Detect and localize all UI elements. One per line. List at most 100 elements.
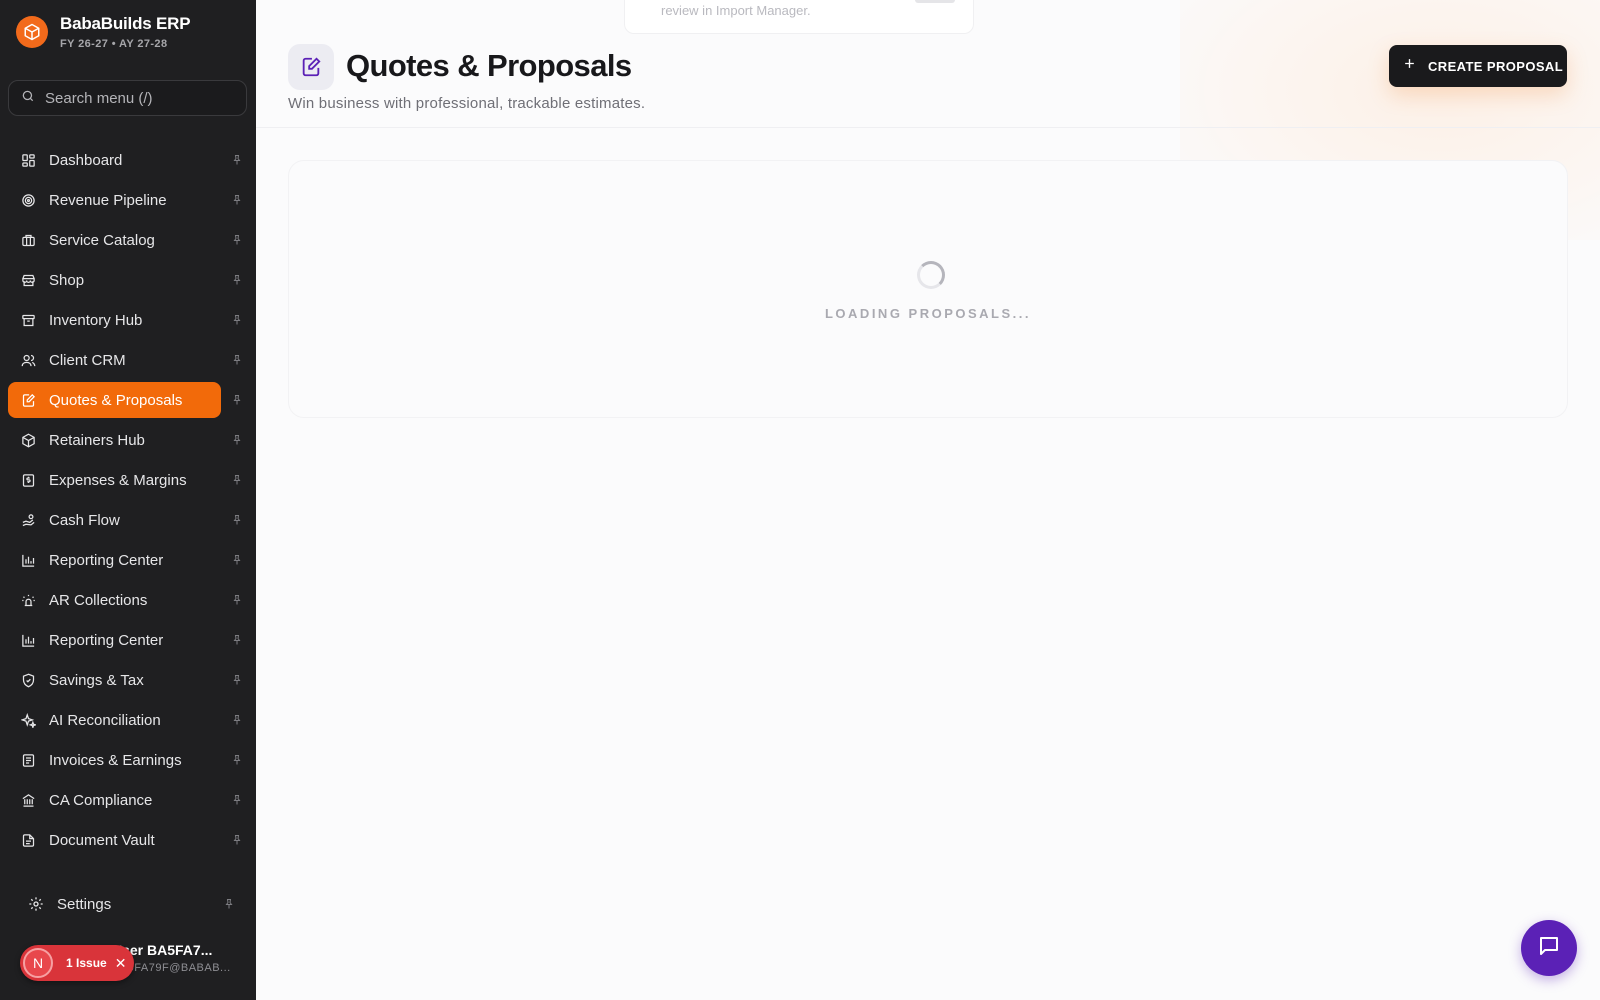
sidebar: BabaBuilds ERP FY 26-27 • AY 27-28 Searc… <box>0 0 256 1000</box>
issue-count: 1 Issue <box>66 956 107 970</box>
search-placeholder: Search menu (/) <box>45 89 153 107</box>
pin-icon[interactable] <box>230 313 244 327</box>
edit-document-icon <box>20 392 36 408</box>
pin-icon[interactable] <box>230 473 244 487</box>
sidebar-item-expenses-margins[interactable]: Expenses & Margins <box>8 462 248 498</box>
sidebar-item-label: Invoices & Earnings <box>49 751 182 769</box>
sparkles-icon <box>20 712 36 728</box>
pin-icon[interactable] <box>230 833 244 847</box>
sidebar-item-service-catalog[interactable]: Service Catalog <box>8 222 248 258</box>
file-icon <box>20 832 36 848</box>
sidebar-item-invoices-earnings[interactable]: Invoices & Earnings <box>8 742 248 778</box>
pin-icon[interactable] <box>230 353 244 367</box>
sidebar-item-reporting-center-2[interactable]: Reporting Center <box>8 622 248 658</box>
chat-icon <box>1537 934 1561 963</box>
settings-label: Settings <box>57 895 112 913</box>
sidebar-item-ar-collections[interactable]: AR Collections <box>8 582 248 618</box>
sidebar-item-client-crm[interactable]: Client CRM <box>8 342 248 378</box>
page-subtitle: Win business with professional, trackabl… <box>288 95 646 112</box>
sidebar-item-reporting-center[interactable]: Reporting Center <box>8 542 248 578</box>
sidebar-item-document-vault[interactable]: Document Vault <box>8 822 248 858</box>
sidebar-item-label: AR Collections <box>49 591 148 609</box>
sidebar-item-retainers-hub[interactable]: Retainers Hub <box>8 422 248 458</box>
briefcase-icon <box>20 232 36 248</box>
plus-icon <box>1403 57 1416 75</box>
main-content: review in Import Manager. Quotes & Propo… <box>256 0 1600 1000</box>
pin-icon[interactable] <box>230 633 244 647</box>
sidebar-item-savings-tax[interactable]: Savings & Tax <box>8 662 248 698</box>
bar-chart-icon <box>20 632 36 648</box>
bank-icon <box>20 792 36 808</box>
sidebar-item-ai-reconciliation[interactable]: AI Reconciliation <box>8 702 248 738</box>
store-icon <box>20 272 36 288</box>
issue-badge[interactable]: N 1 Issue ✕ <box>20 945 134 981</box>
sidebar-item-label: Dashboard <box>49 151 123 169</box>
search-icon <box>21 89 35 108</box>
sidebar-item-label: Expenses & Margins <box>49 471 187 489</box>
gear-icon <box>28 896 44 912</box>
pin-icon[interactable] <box>222 897 236 911</box>
sidebar-item-label: CA Compliance <box>49 791 153 809</box>
package-icon <box>20 432 36 448</box>
sidebar-item-label: Retainers Hub <box>49 431 145 449</box>
chat-button[interactable] <box>1521 920 1577 976</box>
pin-icon[interactable] <box>230 193 244 207</box>
dashboard-icon <box>20 152 36 168</box>
pin-icon[interactable] <box>230 433 244 447</box>
sidebar-item-shop[interactable]: Shop <box>8 262 248 298</box>
shield-icon <box>20 672 36 688</box>
loading-spinner-icon <box>917 261 945 289</box>
target-icon <box>20 192 36 208</box>
pin-icon[interactable] <box>230 273 244 287</box>
archive-icon <box>20 312 36 328</box>
pin-icon[interactable] <box>230 673 244 687</box>
sidebar-item-ca-compliance[interactable]: CA Compliance <box>8 782 248 818</box>
sidebar-item-label: Client CRM <box>49 351 126 369</box>
sidebar-item-label: Shop <box>49 271 85 289</box>
users-icon <box>20 352 36 368</box>
brand-title: BabaBuilds ERP <box>60 14 191 33</box>
close-icon[interactable]: ✕ <box>115 955 127 972</box>
sidebar-item-label: Reporting Center <box>49 631 164 649</box>
pin-icon[interactable] <box>230 233 244 247</box>
pin-icon[interactable] <box>230 793 244 807</box>
loading-text: LOADING PROPOSALS... <box>824 306 1031 321</box>
pin-icon[interactable] <box>230 553 244 567</box>
pin-icon[interactable] <box>230 713 244 727</box>
pin-icon[interactable] <box>230 153 244 167</box>
sidebar-nav: Dashboard Revenue Pipeline Service Catal… <box>8 142 248 862</box>
user-profile[interactable]: User BA5FA7... BA5FA79F@BABAB... N 1 Iss… <box>16 940 240 984</box>
sidebar-item-label: Quotes & Proposals <box>49 391 183 409</box>
pin-icon[interactable] <box>230 753 244 767</box>
sidebar-item-inventory-hub[interactable]: Inventory Hub <box>8 302 248 338</box>
pin-icon[interactable] <box>230 393 244 407</box>
sidebar-item-label: Cash Flow <box>49 511 120 529</box>
brand[interactable]: BabaBuilds ERP FY 26-27 • AY 27-28 <box>16 14 191 50</box>
hand-coins-icon <box>20 512 36 528</box>
edit-document-icon <box>288 44 334 90</box>
pin-icon[interactable] <box>230 513 244 527</box>
invoice-icon <box>20 752 36 768</box>
receipt-icon <box>20 472 36 488</box>
sidebar-item-label: Savings & Tax <box>49 671 144 689</box>
page-title: Quotes & Proposals <box>346 48 632 83</box>
search-menu-input[interactable]: Search menu (/) <box>8 80 247 116</box>
logo-box-icon <box>16 16 48 48</box>
sidebar-item-label: Inventory Hub <box>49 311 143 329</box>
sidebar-item-label: Reporting Center <box>49 551 164 569</box>
bar-chart-icon <box>20 552 36 568</box>
sidebar-item-cash-flow[interactable]: Cash Flow <box>8 502 248 538</box>
sidebar-item-revenue-pipeline[interactable]: Revenue Pipeline <box>8 182 248 218</box>
sidebar-item-quotes-proposals[interactable]: Quotes & Proposals <box>8 382 241 418</box>
create-proposal-label: CREATE PROPOSAL <box>1428 58 1564 74</box>
issue-avatar: N <box>23 948 53 978</box>
page-header: Quotes & Proposals Win business with pro… <box>256 0 1600 128</box>
pin-icon[interactable] <box>230 593 244 607</box>
create-proposal-button[interactable]: CREATE PROPOSAL <box>1389 45 1567 87</box>
sidebar-item-label: Service Catalog <box>49 231 155 249</box>
sidebar-item-settings[interactable]: Settings <box>16 886 240 922</box>
fiscal-year-label: FY 26-27 • AY 27-28 <box>60 38 168 50</box>
sidebar-item-label: AI Reconciliation <box>49 711 161 729</box>
alarm-icon <box>20 592 36 608</box>
sidebar-item-dashboard[interactable]: Dashboard <box>8 142 248 178</box>
